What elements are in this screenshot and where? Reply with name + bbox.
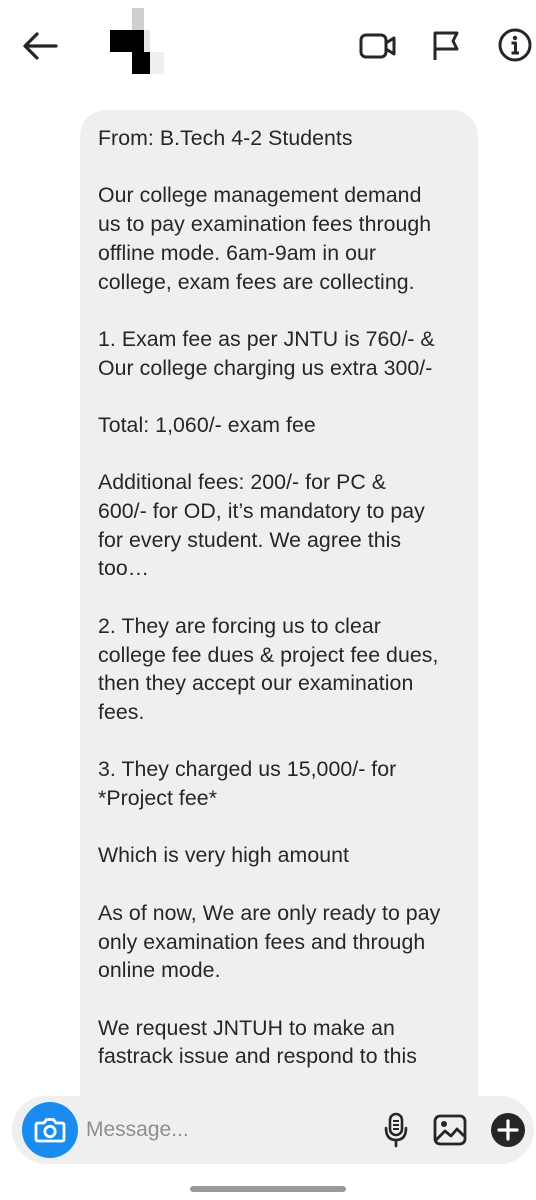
message-paragraph: Additional fees: 200/- for PC & 600/- fo… — [98, 470, 425, 581]
message-bubble[interactable]: From: B.Tech 4-2 Students Our college ma… — [80, 110, 478, 1150]
more-options-button[interactable] — [486, 1108, 530, 1152]
plus-circle-icon — [491, 1113, 525, 1147]
message-paragraph: As of now, We are only ready to pay only… — [98, 900, 441, 983]
gallery-button[interactable] — [428, 1108, 472, 1152]
report-flag-button[interactable] — [424, 24, 468, 68]
message-paragraph: Our college management demand us to pay … — [98, 183, 432, 294]
video-call-button[interactable] — [356, 24, 400, 68]
flag-icon — [433, 31, 459, 60]
message-paragraph: We request JNTUH to make an fastrack iss… — [98, 1015, 417, 1069]
message-composer — [12, 1096, 534, 1164]
message-paragraph: From: B.Tech 4-2 Students — [98, 126, 353, 150]
message-paragraph: 1. Exam fee as per JNTU is 760/- & Our c… — [98, 326, 435, 380]
message-paragraph: 2. They are forcing us to clear college … — [98, 613, 439, 724]
dm-screen: From: B.Tech 4-2 Students Our college ma… — [0, 0, 536, 1200]
info-circle-icon — [498, 28, 532, 62]
back-button[interactable] — [18, 24, 62, 68]
image-gallery-icon — [433, 1114, 467, 1146]
camera-button[interactable] — [22, 1102, 78, 1158]
message-paragraph: 3. They charged us 15,000/- for *Project… — [98, 757, 397, 811]
conversation-info-button[interactable] — [492, 22, 536, 68]
camera-icon — [34, 1118, 66, 1143]
message-paragraph: Which is very high amount — [98, 843, 349, 868]
microphone-icon — [384, 1112, 408, 1148]
home-indicator[interactable] — [190, 1186, 346, 1192]
message-input[interactable] — [86, 1115, 346, 1145]
voice-message-button[interactable] — [374, 1108, 418, 1152]
arrow-left-icon — [23, 32, 58, 60]
chat-header — [0, 0, 536, 92]
message-paragraph: Total: 1,060/- exam fee — [98, 412, 316, 437]
video-camera-icon — [359, 33, 396, 59]
avatar[interactable] — [110, 8, 168, 74]
